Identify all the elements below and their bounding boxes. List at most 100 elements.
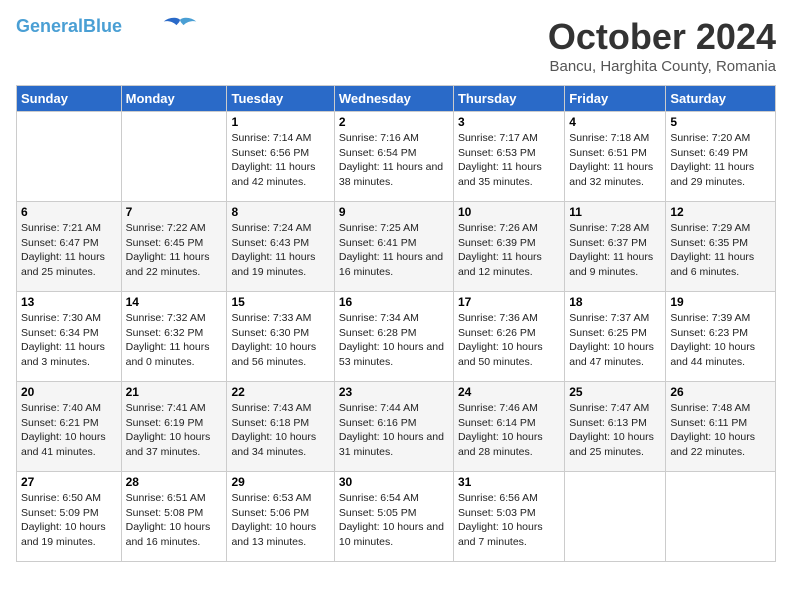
- calendar-cell: 6 Sunrise: 7:21 AM Sunset: 6:47 PM Daylig…: [17, 202, 122, 292]
- logo-text: GeneralBlue: [16, 17, 122, 35]
- day-info: Sunrise: 7:14 AM Sunset: 6:56 PM Dayligh…: [231, 131, 329, 190]
- calendar-cell: 25 Sunrise: 7:47 AM Sunset: 6:13 PM Dayli…: [565, 382, 666, 472]
- day-info: Sunrise: 6:50 AM Sunset: 5:09 PM Dayligh…: [21, 491, 117, 550]
- calendar-cell: 14 Sunrise: 7:32 AM Sunset: 6:32 PM Dayli…: [121, 292, 227, 382]
- calendar-week-row: 27 Sunrise: 6:50 AM Sunset: 5:09 PM Dayli…: [17, 472, 776, 562]
- day-number: 10: [458, 205, 560, 219]
- day-number: 9: [339, 205, 449, 219]
- calendar-week-row: 6 Sunrise: 7:21 AM Sunset: 6:47 PM Daylig…: [17, 202, 776, 292]
- day-number: 23: [339, 385, 449, 399]
- day-info: Sunrise: 7:41 AM Sunset: 6:19 PM Dayligh…: [126, 401, 223, 460]
- day-info: Sunrise: 7:26 AM Sunset: 6:39 PM Dayligh…: [458, 221, 560, 280]
- calendar-cell: 8Sunrise: 7:24 AM Sunset: 6:43 PM Daylig…: [227, 202, 334, 292]
- day-info: Sunrise: 7:16 AM Sunset: 6:54 PM Dayligh…: [339, 131, 449, 190]
- calendar-cell: 4 Sunrise: 7:18 AM Sunset: 6:51 PM Daylig…: [565, 112, 666, 202]
- calendar-cell: 7 Sunrise: 7:22 AM Sunset: 6:45 PM Daylig…: [121, 202, 227, 292]
- day-number: 15: [231, 295, 329, 309]
- calendar-week-row: 1 Sunrise: 7:14 AM Sunset: 6:56 PM Daylig…: [17, 112, 776, 202]
- location-subtitle: Bancu, Harghita County, Romania: [548, 58, 776, 75]
- day-info: Sunrise: 6:53 AM Sunset: 5:06 PM Dayligh…: [231, 491, 329, 550]
- day-info: Sunrise: 7:32 AM Sunset: 6:32 PM Dayligh…: [126, 311, 223, 370]
- calendar-week-row: 20Sunrise: 7:40 AM Sunset: 6:21 PM Dayli…: [17, 382, 776, 472]
- logo: GeneralBlue: [16, 16, 198, 36]
- weekday-header-cell: Tuesday: [227, 86, 334, 112]
- weekday-header-cell: Friday: [565, 86, 666, 112]
- day-info: Sunrise: 7:30 AM Sunset: 6:34 PM Dayligh…: [21, 311, 117, 370]
- day-info: Sunrise: 7:43 AM Sunset: 6:18 PM Dayligh…: [231, 401, 329, 460]
- day-info: Sunrise: 7:22 AM Sunset: 6:45 PM Dayligh…: [126, 221, 223, 280]
- day-info: Sunrise: 7:47 AM Sunset: 6:13 PM Dayligh…: [569, 401, 661, 460]
- calendar-week-row: 13Sunrise: 7:30 AM Sunset: 6:34 PM Dayli…: [17, 292, 776, 382]
- day-number: 30: [339, 475, 449, 489]
- calendar-cell: [17, 112, 122, 202]
- day-number: 4: [569, 115, 661, 129]
- calendar-cell: 13Sunrise: 7:30 AM Sunset: 6:34 PM Dayli…: [17, 292, 122, 382]
- calendar-cell: 16Sunrise: 7:34 AM Sunset: 6:28 PM Dayli…: [334, 292, 453, 382]
- calendar-cell: 30 Sunrise: 6:54 AM Sunset: 5:05 PM Dayli…: [334, 472, 453, 562]
- day-number: 14: [126, 295, 223, 309]
- day-info: Sunrise: 7:34 AM Sunset: 6:28 PM Dayligh…: [339, 311, 449, 370]
- day-info: Sunrise: 6:56 AM Sunset: 5:03 PM Dayligh…: [458, 491, 560, 550]
- calendar-cell: 21Sunrise: 7:41 AM Sunset: 6:19 PM Dayli…: [121, 382, 227, 472]
- day-info: Sunrise: 6:51 AM Sunset: 5:08 PM Dayligh…: [126, 491, 223, 550]
- title-block: October 2024 Bancu, Harghita County, Rom…: [548, 16, 776, 75]
- calendar-cell: [565, 472, 666, 562]
- day-info: Sunrise: 7:28 AM Sunset: 6:37 PM Dayligh…: [569, 221, 661, 280]
- logo-bird-icon: [162, 16, 198, 36]
- day-number: 18: [569, 295, 661, 309]
- day-number: 1: [231, 115, 329, 129]
- calendar-cell: 28 Sunrise: 6:51 AM Sunset: 5:08 PM Dayli…: [121, 472, 227, 562]
- calendar-cell: 3Sunrise: 7:17 AM Sunset: 6:53 PM Daylig…: [453, 112, 564, 202]
- day-number: 31: [458, 475, 560, 489]
- day-info: Sunrise: 7:33 AM Sunset: 6:30 PM Dayligh…: [231, 311, 329, 370]
- calendar-cell: 23 Sunrise: 7:44 AM Sunset: 6:16 PM Dayli…: [334, 382, 453, 472]
- calendar-cell: 12 Sunrise: 7:29 AM Sunset: 6:35 PM Dayli…: [666, 202, 776, 292]
- day-number: 8: [231, 205, 329, 219]
- calendar-cell: 2 Sunrise: 7:16 AM Sunset: 6:54 PM Daylig…: [334, 112, 453, 202]
- weekday-header-cell: Sunday: [17, 86, 122, 112]
- day-info: Sunrise: 7:29 AM Sunset: 6:35 PM Dayligh…: [670, 221, 771, 280]
- day-number: 6: [21, 205, 117, 219]
- day-info: Sunrise: 7:17 AM Sunset: 6:53 PM Dayligh…: [458, 131, 560, 190]
- calendar-table: SundayMondayTuesdayWednesdayThursdayFrid…: [16, 85, 776, 562]
- calendar-body: 1 Sunrise: 7:14 AM Sunset: 6:56 PM Daylig…: [17, 112, 776, 562]
- day-number: 19: [670, 295, 771, 309]
- day-number: 29: [231, 475, 329, 489]
- calendar-cell: 17 Sunrise: 7:36 AM Sunset: 6:26 PM Dayli…: [453, 292, 564, 382]
- calendar-cell: 1 Sunrise: 7:14 AM Sunset: 6:56 PM Daylig…: [227, 112, 334, 202]
- day-info: Sunrise: 6:54 AM Sunset: 5:05 PM Dayligh…: [339, 491, 449, 550]
- day-info: Sunrise: 7:25 AM Sunset: 6:41 PM Dayligh…: [339, 221, 449, 280]
- day-info: Sunrise: 7:46 AM Sunset: 6:14 PM Dayligh…: [458, 401, 560, 460]
- day-number: 22: [231, 385, 329, 399]
- day-info: Sunrise: 7:21 AM Sunset: 6:47 PM Dayligh…: [21, 221, 117, 280]
- day-number: 12: [670, 205, 771, 219]
- day-number: 7: [126, 205, 223, 219]
- calendar-cell: 27 Sunrise: 6:50 AM Sunset: 5:09 PM Dayli…: [17, 472, 122, 562]
- day-number: 2: [339, 115, 449, 129]
- weekday-header-row: SundayMondayTuesdayWednesdayThursdayFrid…: [17, 86, 776, 112]
- month-title: October 2024: [548, 16, 776, 58]
- day-info: Sunrise: 7:18 AM Sunset: 6:51 PM Dayligh…: [569, 131, 661, 190]
- calendar-cell: [666, 472, 776, 562]
- day-info: Sunrise: 7:36 AM Sunset: 6:26 PM Dayligh…: [458, 311, 560, 370]
- day-info: Sunrise: 7:48 AM Sunset: 6:11 PM Dayligh…: [670, 401, 771, 460]
- day-number: 28: [126, 475, 223, 489]
- calendar-cell: 29 Sunrise: 6:53 AM Sunset: 5:06 PM Dayli…: [227, 472, 334, 562]
- day-number: 26: [670, 385, 771, 399]
- day-number: 27: [21, 475, 117, 489]
- calendar-cell: 5 Sunrise: 7:20 AM Sunset: 6:49 PM Daylig…: [666, 112, 776, 202]
- calendar-cell: 9 Sunrise: 7:25 AM Sunset: 6:41 PM Daylig…: [334, 202, 453, 292]
- day-number: 17: [458, 295, 560, 309]
- weekday-header-cell: Wednesday: [334, 86, 453, 112]
- day-number: 25: [569, 385, 661, 399]
- day-info: Sunrise: 7:39 AM Sunset: 6:23 PM Dayligh…: [670, 311, 771, 370]
- calendar-cell: 22 Sunrise: 7:43 AM Sunset: 6:18 PM Dayli…: [227, 382, 334, 472]
- day-number: 24: [458, 385, 560, 399]
- calendar-cell: 20Sunrise: 7:40 AM Sunset: 6:21 PM Dayli…: [17, 382, 122, 472]
- day-info: Sunrise: 7:20 AM Sunset: 6:49 PM Dayligh…: [670, 131, 771, 190]
- day-number: 5: [670, 115, 771, 129]
- calendar-cell: 31 Sunrise: 6:56 AM Sunset: 5:03 PM Dayli…: [453, 472, 564, 562]
- day-info: Sunrise: 7:44 AM Sunset: 6:16 PM Dayligh…: [339, 401, 449, 460]
- calendar-cell: [121, 112, 227, 202]
- calendar-cell: 11Sunrise: 7:28 AM Sunset: 6:37 PM Dayli…: [565, 202, 666, 292]
